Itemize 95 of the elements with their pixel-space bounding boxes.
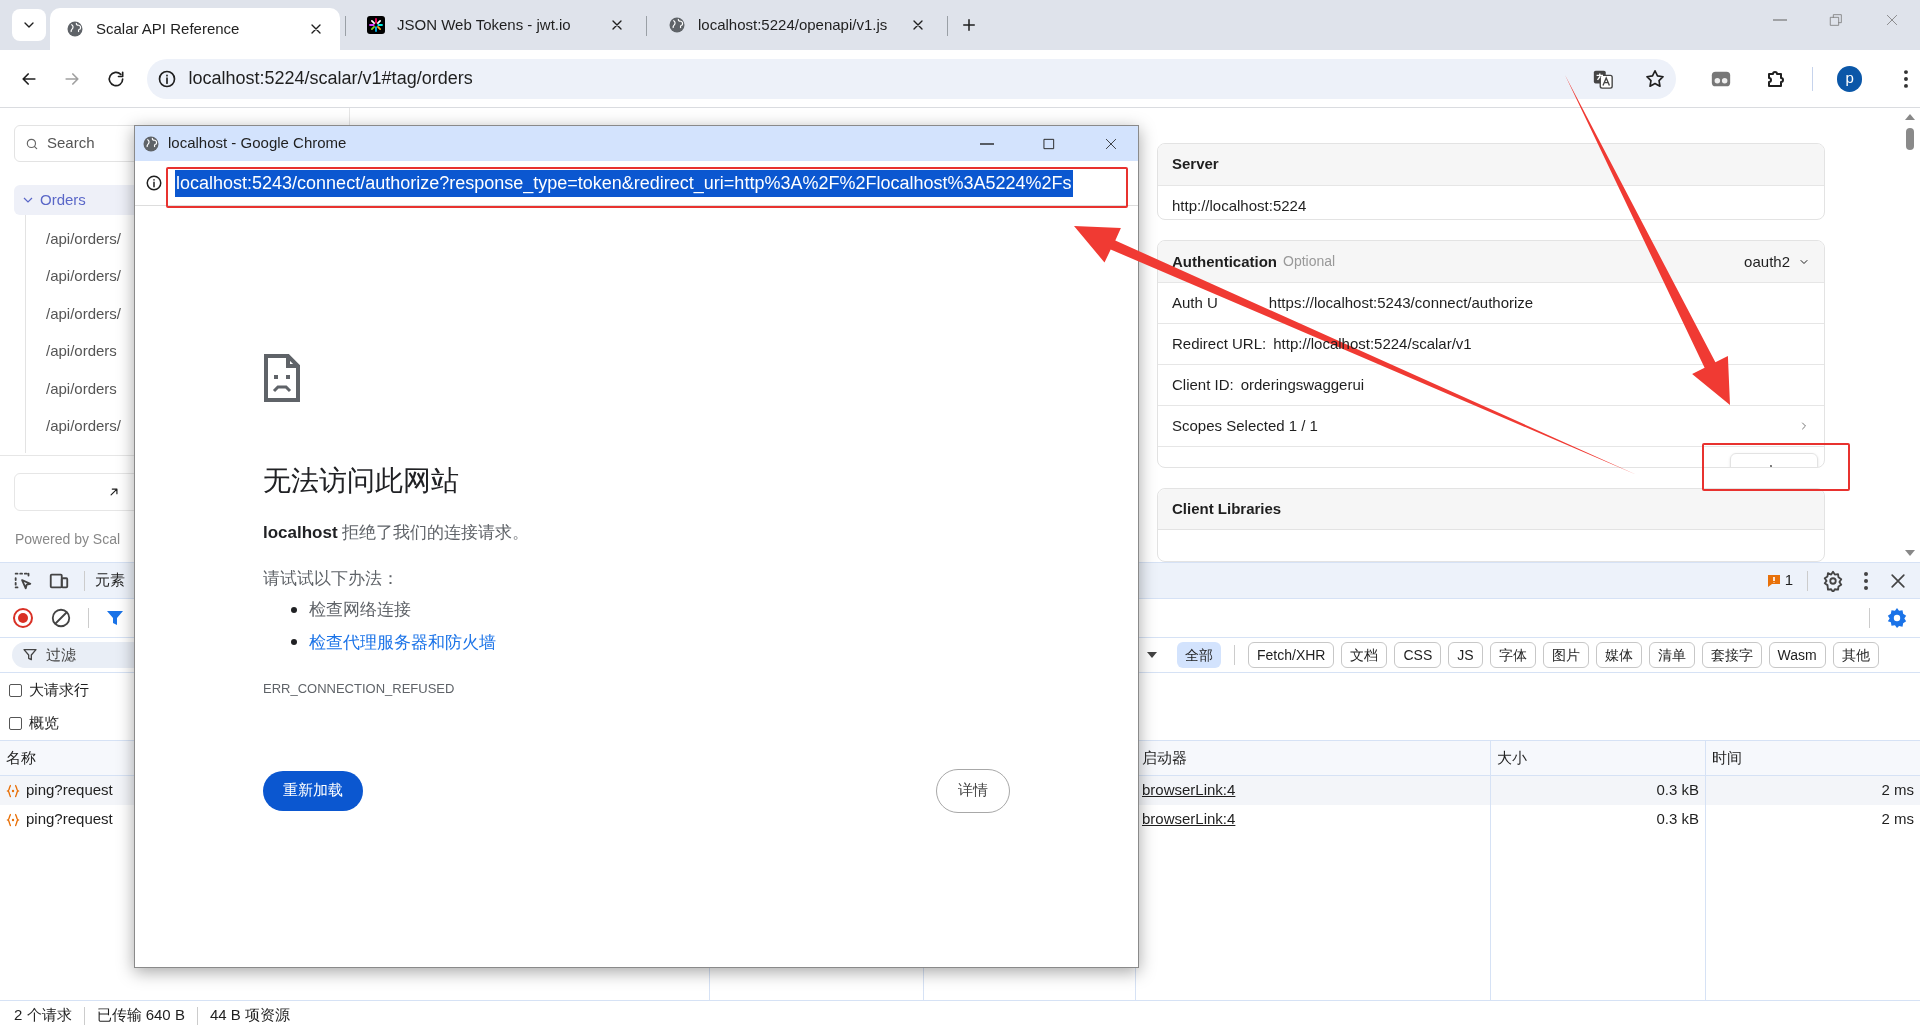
address-bar[interactable]: localhost:5224/scalar/v1#tag/orders: [146, 58, 1677, 99]
tab-title: localhost:5224/openapi/v1.js: [698, 14, 889, 35]
globe-icon: [142, 134, 160, 153]
plus-icon: [960, 16, 978, 34]
browser-tab[interactable]: Scalar API Reference: [50, 8, 340, 50]
scrollbar-thumb[interactable]: [1906, 128, 1914, 150]
popup-address-field[interactable]: localhost:5243/connect/authorize?response_type=token&redirect_uri=http%3A%2F%2Flocalhost%3A5224%2Fs: [173, 168, 1073, 198]
minimize-icon: [980, 142, 994, 145]
search-icon: [25, 136, 39, 151]
clear-icon: [50, 607, 72, 629]
type-filter-chip[interactable]: Fetch/XHR: [1248, 642, 1335, 668]
checkbox-label: 概览: [29, 713, 59, 734]
status-text: 44 B 项资源: [209, 1005, 290, 1026]
close-icon: [1884, 12, 1900, 28]
auth-type-dropdown[interactable]: oauth2: [1744, 250, 1810, 274]
restore-icon: [1828, 12, 1844, 28]
error-heading: 无法访问此网站: [263, 464, 460, 498]
request-name[interactable]: ping?request: [26, 779, 113, 802]
info-icon: [156, 68, 177, 89]
size-cell-text: 0.3 kB: [1656, 780, 1699, 801]
filter-icon[interactable]: [105, 608, 125, 628]
scroll-up-icon[interactable]: [1905, 114, 1915, 120]
type-filter-chip[interactable]: 图片: [1542, 642, 1589, 668]
maximize-icon: [1042, 136, 1056, 151]
time-cell-text: 2 ms: [1881, 780, 1914, 801]
request-name[interactable]: ping?request: [26, 808, 113, 831]
status-text: 已传输 640 B: [96, 1005, 185, 1026]
record-icon[interactable]: [12, 607, 34, 629]
card-title: Client Libraries: [1172, 499, 1282, 520]
field-value[interactable]: orderingswaggerui: [1240, 374, 1365, 397]
tab-title: Scalar API Reference: [96, 18, 241, 39]
column-header[interactable]: 启动器: [1142, 746, 1187, 770]
settings-icon[interactable]: [1886, 607, 1908, 629]
field-label: Auth U: [1172, 293, 1218, 314]
fetch-request-icon: [6, 783, 20, 798]
type-filter-chip[interactable]: 其他: [1832, 642, 1879, 668]
browser-tab[interactable]: JSON Web Tokens - jwt.io: [351, 8, 641, 42]
type-filter-chip[interactable]: 套接字: [1701, 642, 1762, 668]
star-logo-icon: [367, 16, 385, 34]
browser-tab[interactable]: localhost:5224/openapi/v1.js: [652, 8, 942, 42]
time-cell-text: 2 ms: [1881, 809, 1914, 830]
error-code: ERR_CONNECTION_REFUSED: [263, 680, 456, 698]
settings-icon: [1822, 569, 1844, 592]
type-filter-chip[interactable]: 文档: [1341, 642, 1388, 668]
column-header[interactable]: 大小: [1497, 746, 1527, 770]
type-filter-chip[interactable]: 媒体: [1595, 642, 1642, 668]
field-label: Client ID:: [1172, 375, 1234, 396]
profile-avatar[interactable]: p: [1836, 65, 1863, 92]
type-filter-chip[interactable]: Wasm: [1768, 642, 1826, 668]
more-menu-icon[interactable]: [1864, 571, 1868, 590]
card-title: Server: [1172, 154, 1219, 175]
address-text: localhost:5224/scalar/v1#tag/orders: [188, 67, 474, 90]
close-icon: [1104, 136, 1118, 151]
checkbox[interactable]: [9, 717, 22, 730]
filter-icon: [22, 647, 38, 663]
initiator-link[interactable]: browserLink:4: [1142, 779, 1236, 802]
type-filter-chip[interactable]: 全部: [1177, 642, 1221, 668]
devtools-tab[interactable]: 元素: [95, 569, 125, 592]
fetch-request-icon: [6, 812, 20, 827]
field-label: Redirect URL:: [1172, 334, 1267, 355]
suggestion-text: 检查网络连接: [309, 599, 411, 621]
column-header[interactable]: 时间: [1712, 746, 1742, 770]
globe-icon: [668, 16, 686, 34]
info-icon: [145, 174, 163, 192]
star-icon: [1644, 67, 1667, 90]
initiator-link[interactable]: browserLink:4: [1142, 808, 1236, 831]
type-filter-chip[interactable]: 字体: [1489, 642, 1536, 668]
tab-title: JSON Web Tokens - jwt.io: [397, 14, 572, 35]
status-text: 2 个请求: [14, 1005, 72, 1026]
card-title: Authentication: [1172, 251, 1277, 272]
window-title: localhost - Google Chrome: [168, 133, 348, 154]
scroll-down-icon[interactable]: [1905, 550, 1915, 556]
size-cell-text: 0.3 kB: [1656, 809, 1699, 830]
suggestions-title: 请试试以下办法：: [263, 567, 400, 590]
type-filter-chip[interactable]: 清单: [1648, 642, 1695, 668]
powered-by-text: Powered by Scal: [15, 530, 121, 549]
more-menu-icon[interactable]: [1904, 69, 1908, 88]
issues-badge[interactable]: 1: [1766, 569, 1793, 592]
type-filter-chip[interactable]: JS: [1448, 642, 1483, 668]
type-filter-chip[interactable]: CSS: [1394, 642, 1442, 668]
suggestion-link[interactable]: 检查代理服务器和防火墙: [309, 629, 496, 655]
checkbox[interactable]: [9, 684, 22, 697]
globe-icon: [66, 20, 84, 38]
optional-label: Optional: [1283, 252, 1336, 272]
sad-page-icon: [263, 353, 301, 403]
checkbox-label: 大请求行: [29, 680, 89, 701]
column-header[interactable]: 名称: [6, 746, 36, 770]
field-value[interactable]: https://localhost:5243/connect/authorize: [1268, 292, 1534, 315]
tab-search-button[interactable]: [12, 9, 46, 41]
reload-button[interactable]: 重新加载: [263, 770, 363, 811]
error-message: localhost 拒绝了我们的连接请求。: [263, 522, 531, 544]
caret-icon[interactable]: [1147, 651, 1157, 659]
issue-flag-icon: [1766, 573, 1781, 588]
server-url[interactable]: http://localhost:5224: [1172, 194, 1307, 218]
minimize-icon: [1773, 19, 1787, 21]
